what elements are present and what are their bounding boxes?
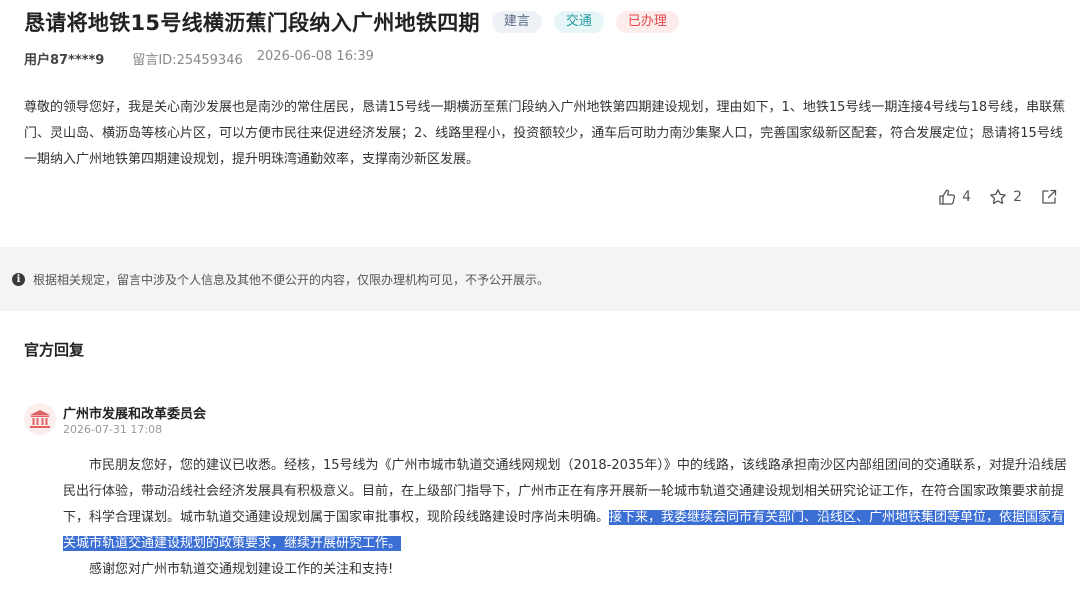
tag-suggestion[interactable]: 建言 (491, 11, 542, 33)
favorite-count: 2 (1013, 189, 1022, 205)
post-body: 尊敬的领导您好，我是关心南沙发展也是南沙的常住居民，恳请15号线一期横沥至蕉门段… (24, 100, 1066, 167)
message-id: 留言ID:25459346 (132, 53, 243, 68)
info-icon: i (12, 272, 25, 286)
org-name: 广州市发展和改革委员会 (63, 407, 207, 422)
reply-paragraph: 市民朋友您好，您的建议已收悉。经核，15号线为《广州市城市轨道交通线网规划（20… (63, 453, 1073, 557)
divider-band (0, 299, 1080, 311)
status-badge: 已办理 (615, 11, 679, 33)
star-icon (990, 189, 1006, 205)
thumbs-up-icon (939, 189, 956, 205)
org-avatar (24, 403, 56, 435)
like-count: 4 (962, 189, 972, 205)
tag-traffic[interactable]: 交通 (553, 11, 604, 33)
like-button[interactable]: 4 (938, 188, 971, 206)
tag-list: 建言 交通 已办理 (491, 11, 679, 33)
share-button[interactable] (1040, 188, 1058, 206)
post-meta: 用户87****9 留言ID:25459346 2026-06-08 16:39 (24, 49, 374, 68)
reply-closing: 感谢您对广州市轨道交通规划建设工作的关注和支持! (89, 562, 394, 577)
privacy-notice-text: 根据相关规定，留言中涉及个人信息及其他不便公开的内容，仅限办理机构可见，不予公开… (33, 272, 550, 287)
post-actions: 4 2 (938, 188, 1058, 206)
divider-band (0, 247, 1080, 259)
favorite-button[interactable]: 2 (989, 188, 1022, 206)
post-datetime: 2026-06-08 16:39 (256, 49, 374, 64)
reply-section-heading: 官方回复 (24, 341, 85, 359)
author-name: 用户87****9 (24, 53, 105, 68)
post-header: 恳请将地铁15号线横沥蕉门段纳入广州地铁四期 建言 交通 已办理 (24, 8, 679, 36)
government-building-icon (30, 410, 50, 428)
share-icon (1042, 189, 1057, 204)
post-title: 恳请将地铁15号线横沥蕉门段纳入广州地铁四期 (24, 11, 480, 35)
reply-body: 市民朋友您好，您的建议已收悉。经核，15号线为《广州市城市轨道交通线网规划（20… (63, 453, 1073, 583)
privacy-notice: i 根据相关规定，留言中涉及个人信息及其他不便公开的内容，仅限办理机构可见，不予… (0, 259, 1080, 299)
reply-date: 2026-07-31 17:08 (63, 423, 163, 436)
